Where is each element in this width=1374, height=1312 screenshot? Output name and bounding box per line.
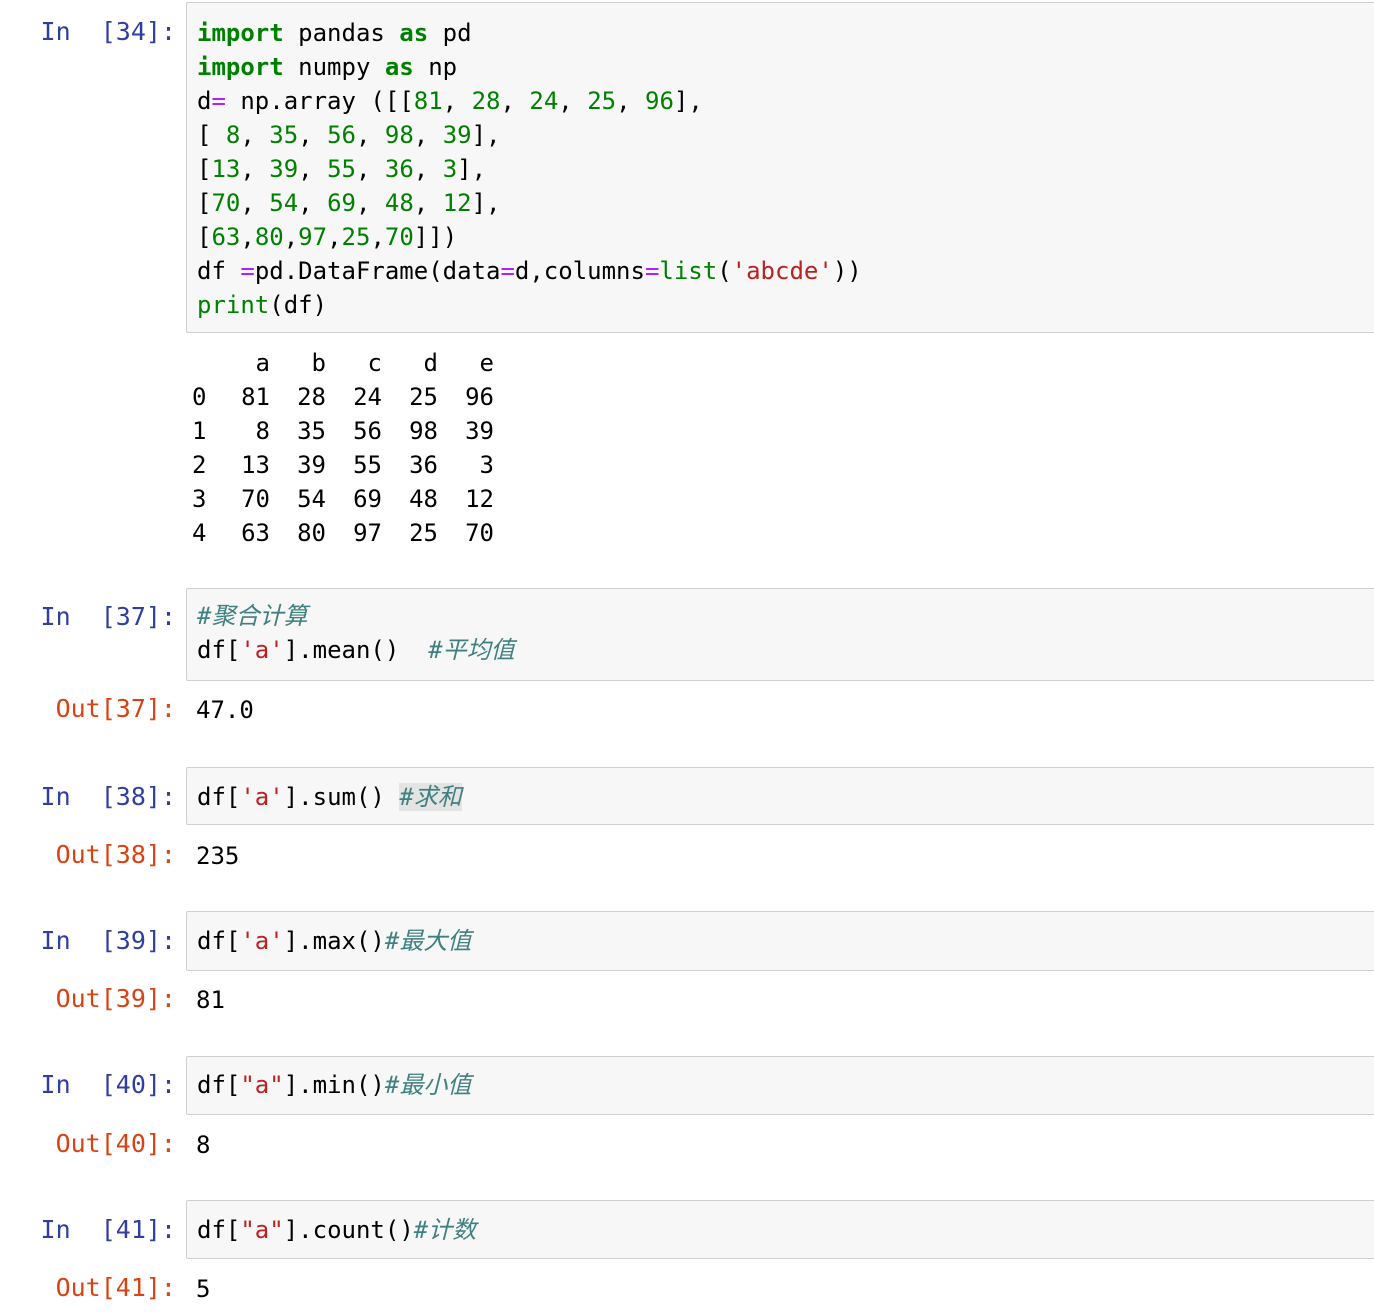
cell-output: 47.0	[196, 696, 254, 724]
input-prompt: In [38]:	[40, 782, 176, 811]
code-input-area[interactable]: df["a"].min()#最小值	[186, 1056, 1374, 1115]
output-prompt: Out[38]:	[55, 840, 176, 869]
table-cell: 8	[255, 417, 270, 445]
code-line: df["a"].min()#最小值	[197, 1071, 472, 1099]
table-cell: 12	[465, 485, 494, 513]
table-cell: 98	[409, 417, 438, 445]
table-row: 1 8 35 56 98 39	[192, 414, 494, 448]
column-header: a	[255, 349, 270, 377]
table-cell: 28	[297, 383, 326, 411]
code-line: [13, 39, 55, 36, 3],	[197, 155, 487, 183]
row-index: 2	[192, 451, 207, 479]
table-cell: 80	[297, 519, 326, 547]
column-header: d	[423, 349, 438, 377]
code-line: [ 8, 35, 56, 98, 39],	[197, 121, 501, 149]
dataframe-output: a b c d e 0 81 28 24 25 96 1 8 35 56 98 …	[192, 346, 494, 550]
code-line: df =pd.DataFrame(data=d,columns=list('ab…	[197, 257, 862, 285]
input-prompt: In [41]:	[40, 1215, 176, 1244]
table-cell: 24	[353, 383, 382, 411]
row-index: 4	[192, 519, 207, 547]
row-index: 3	[192, 485, 207, 513]
input-prompt: In [40]:	[40, 1070, 176, 1099]
column-header: c	[367, 349, 382, 377]
table-cell: 25	[409, 519, 438, 547]
table-cell: 69	[353, 485, 382, 513]
table-cell: 36	[409, 451, 438, 479]
column-header: e	[479, 349, 494, 377]
code-line: import numpy as np	[197, 53, 458, 81]
table-cell: 96	[465, 383, 494, 411]
code-input-area[interactable]: #聚合计算 df['a'].mean() #平均值	[186, 588, 1374, 681]
output-prompt: Out[39]:	[55, 984, 176, 1013]
table-cell: 70	[241, 485, 270, 513]
code-line: #聚合计算	[197, 602, 308, 630]
table-cell: 39	[465, 417, 494, 445]
table-cell: 25	[409, 383, 438, 411]
output-prompt: Out[37]:	[55, 694, 176, 723]
table-cell: 39	[297, 451, 326, 479]
code-line: df['a'].max()#最大值	[197, 927, 472, 955]
table-cell: 13	[241, 451, 270, 479]
table-cell: 3	[479, 451, 494, 479]
cell-output: 235	[196, 842, 240, 870]
table-row: 3 70 54 69 48 12	[192, 482, 494, 516]
table-cell: 63	[241, 519, 270, 547]
code-line: d= np.array ([[81, 28, 24, 25, 96],	[197, 87, 703, 115]
table-cell: 54	[297, 485, 326, 513]
code-input-area[interactable]: df['a'].max()#最大值	[186, 911, 1374, 971]
output-prompt: Out[40]:	[55, 1129, 176, 1158]
row-index: 0	[192, 383, 207, 411]
table-cell: 35	[297, 417, 326, 445]
column-header: b	[311, 349, 326, 377]
row-index: 1	[192, 417, 207, 445]
code-input-area[interactable]: import pandas as pd import numpy as np d…	[186, 2, 1374, 333]
output-prompt: Out[41]:	[55, 1273, 176, 1302]
input-prompt: In [37]:	[40, 602, 176, 631]
code-line: import pandas as pd	[197, 19, 472, 47]
cell-output: 8	[196, 1131, 211, 1159]
code-line: df["a"].count()#计数	[197, 1216, 477, 1244]
code-input-area[interactable]: df["a"].count()#计数	[186, 1200, 1374, 1259]
table-row: 2 13 39 55 36 3	[192, 448, 494, 482]
code-input-area[interactable]: df['a'].sum() #求和	[186, 767, 1374, 825]
table-cell: 55	[353, 451, 382, 479]
cell-output: 5	[196, 1275, 211, 1303]
table-cell: 48	[409, 485, 438, 513]
input-prompt: In [39]:	[40, 926, 176, 955]
code-line: print(df)	[197, 291, 328, 319]
code-line: df['a'].mean() #平均值	[197, 636, 515, 664]
table-cell: 97	[353, 519, 382, 547]
code-line: [63,80,97,25,70]])	[197, 223, 458, 251]
code-line: [70, 54, 69, 48, 12],	[197, 189, 501, 217]
table-row: 0 81 28 24 25 96	[192, 380, 494, 414]
code-line: df['a'].sum() #求和	[197, 783, 462, 811]
cell-output: 81	[196, 986, 225, 1014]
input-prompt: In [34]:	[40, 17, 176, 46]
table-row: 4 63 80 97 25 70	[192, 516, 494, 550]
table-cell: 70	[465, 519, 494, 547]
table-header-row: a b c d e	[192, 346, 494, 380]
table-cell: 81	[241, 383, 270, 411]
table-cell: 56	[353, 417, 382, 445]
